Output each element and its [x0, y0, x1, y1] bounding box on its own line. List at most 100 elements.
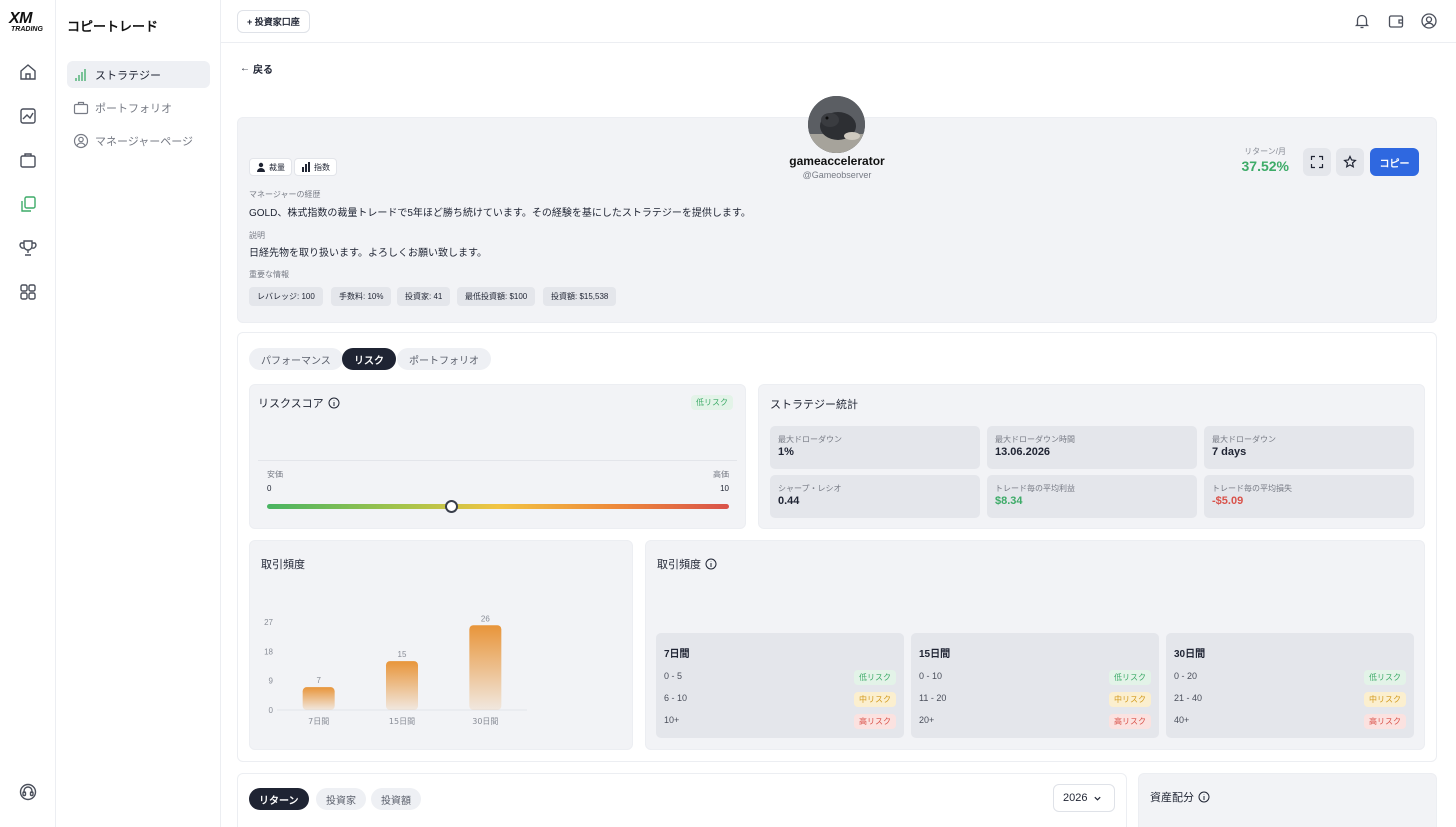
info-chip-investors: 投資家: 41: [397, 287, 451, 306]
risk-badge: 中リスク: [1364, 692, 1406, 707]
stat-card: シャープ・レシオ 0.44: [770, 475, 980, 518]
wallet-icon[interactable]: [1387, 12, 1405, 30]
frequency-range: 0 - 20: [1174, 671, 1198, 681]
year-select-value: 2026: [1063, 792, 1088, 804]
info-chip-fee: 手数料: 10%: [331, 287, 392, 306]
tab-risk[interactable]: リスク: [342, 348, 396, 370]
tab-invested-amount[interactable]: 投資額: [371, 788, 421, 810]
frequency-period-card: 7日間 0 - 5 低リスク 6 - 10 中リスク 10+ 高リスク: [656, 633, 904, 738]
tag-index: 指数: [294, 158, 337, 176]
frequency-range: 11 - 20: [919, 693, 947, 703]
copy-trade-icon[interactable]: [18, 194, 38, 214]
frequency-period-card: 15日間 0 - 10 低リスク 11 - 20 中リスク 20+ 高リスク: [911, 633, 1159, 738]
return-label: リターン/月: [1244, 147, 1286, 156]
stat-card: 最大ドローダウン時間 13.06.2026: [987, 426, 1197, 469]
back-link[interactable]: ← 戻る: [240, 61, 273, 76]
trophy-icon[interactable]: [18, 238, 38, 258]
bar-data-label: 26: [481, 614, 490, 623]
y-tick-label: 18: [264, 647, 273, 656]
stat-card: トレード毎の平均利益 $8.34: [987, 475, 1197, 518]
user-circle-icon: [73, 133, 89, 148]
info-chip-invested-amount: 投資額: $15,538: [543, 287, 617, 306]
add-investor-account-button[interactable]: + 投資家口座: [237, 10, 310, 33]
risk-badge: 低リスク: [1364, 670, 1406, 685]
asset-allocation-title: 資産配分: [1150, 789, 1210, 805]
risk-badge: 中リスク: [854, 692, 896, 707]
xm-logo[interactable]: XM TRADING: [9, 11, 47, 34]
tab-portfolio[interactable]: ポートフォリオ: [397, 348, 491, 370]
bar-data-label: 15: [398, 650, 407, 659]
bar[interactable]: [386, 661, 418, 710]
asset-allocation-title-text: 資産配分: [1150, 792, 1194, 804]
risk-badge: 高リスク: [1364, 714, 1406, 729]
stat-value: 1%: [778, 446, 794, 458]
info-icon[interactable]: [328, 397, 340, 409]
frequency-row: 20+ 高リスク: [919, 714, 1151, 729]
risk-badge: 高リスク: [854, 714, 896, 729]
tab-investors[interactable]: 投資家: [316, 788, 366, 810]
frequency-period-card: 30日間 0 - 20 低リスク 21 - 40 中リスク 40+ 高リスク: [1166, 633, 1414, 738]
year-select[interactable]: 2026: [1053, 784, 1115, 812]
frequency-row: 21 - 40 中リスク: [1174, 692, 1406, 707]
x-tick-label: 7日間: [308, 717, 329, 726]
y-tick-label: 27: [264, 618, 273, 627]
copy-strategy-button[interactable]: コピー: [1370, 148, 1419, 176]
frequency-range: 21 - 40: [1174, 693, 1203, 703]
risk-badge: 低リスク: [1109, 670, 1151, 685]
sidebar-item-strategy[interactable]: ストラテジー: [67, 61, 210, 88]
frequency-row: 0 - 20 低リスク: [1174, 670, 1406, 685]
stat-label: シャープ・レシオ: [778, 484, 842, 493]
strategy-stats-title: ストラテジー統計: [770, 399, 858, 411]
key-info-label: 重要な情報: [249, 270, 289, 279]
briefcase-icon[interactable]: [18, 150, 38, 170]
bars-icon: [302, 162, 310, 172]
stat-value: -$5.09: [1212, 495, 1244, 507]
description-text: 日経先物を取り扱います。よろしくお願い致します。: [249, 248, 487, 259]
tab-return[interactable]: リターン: [249, 788, 309, 810]
tab-performance[interactable]: パフォーマンス: [249, 348, 343, 370]
support-headset-icon[interactable]: [18, 782, 38, 802]
manager-history-label: マネージャーの経歴: [249, 190, 321, 199]
description-label: 説明: [249, 231, 265, 240]
frequency-row: 11 - 20 中リスク: [919, 692, 1151, 707]
trade-frequency-bar-chart: 0 9 18 27 7 7日間 15 15日間 26 30日間: [264, 614, 527, 726]
stat-card: 最大ドローダウン 1%: [770, 426, 980, 469]
home-icon[interactable]: [18, 62, 38, 82]
favorite-button[interactable]: [1336, 148, 1364, 176]
sidebar-title: コピートレード: [67, 19, 159, 34]
tag-label: 裁量: [269, 162, 285, 172]
frequency-range: 0 - 5: [664, 671, 683, 681]
risk-level-badge: 低リスク: [691, 395, 733, 410]
frequency-row: 6 - 10 中リスク: [664, 692, 896, 707]
risk-badge: 低リスク: [854, 670, 896, 685]
manager-handle: @Gameobserver: [802, 170, 872, 180]
frequency-range: 6 - 10: [664, 693, 688, 703]
bar[interactable]: [302, 687, 335, 710]
frequency-row: 0 - 10 低リスク: [919, 670, 1151, 685]
apps-grid-icon[interactable]: [18, 282, 38, 302]
stat-label: 最大ドローダウン時間: [995, 435, 1075, 444]
bell-icon[interactable]: [1353, 12, 1371, 30]
frequency-range: 10+: [664, 715, 680, 725]
arrow-left-icon: ←: [240, 63, 250, 74]
info-icon[interactable]: [1198, 791, 1210, 803]
tag-discretionary: 裁量: [249, 158, 292, 176]
manager-avatar: [808, 96, 865, 153]
logo-sub: TRADING: [11, 26, 43, 33]
briefcase-icon: [73, 101, 89, 114]
frequency-row: 40+ 高リスク: [1174, 714, 1406, 729]
account-icon[interactable]: [1420, 12, 1438, 30]
bar[interactable]: [469, 625, 502, 710]
icon-rail: XM TRADING: [0, 0, 56, 827]
stat-label: トレード毎の平均損失: [1212, 484, 1292, 493]
expand-icon: [1310, 155, 1324, 169]
manager-history-text: GOLD、株式指数の裁量トレードで5年ほど勝ち続けています。その経験を基にしたス…: [249, 208, 751, 219]
fullscreen-button[interactable]: [1303, 148, 1331, 176]
chart-icon[interactable]: [18, 106, 38, 126]
info-icon[interactable]: [705, 558, 717, 570]
sidebar-item-manager-page[interactable]: マネージャーページ: [67, 127, 210, 154]
stat-card: トレード毎の平均損失 -$5.09: [1204, 475, 1414, 518]
risk-min-value: 0: [267, 484, 272, 493]
sidebar-item-label: マネージャーページ: [95, 135, 194, 148]
sidebar-item-portfolio[interactable]: ポートフォリオ: [67, 94, 210, 121]
